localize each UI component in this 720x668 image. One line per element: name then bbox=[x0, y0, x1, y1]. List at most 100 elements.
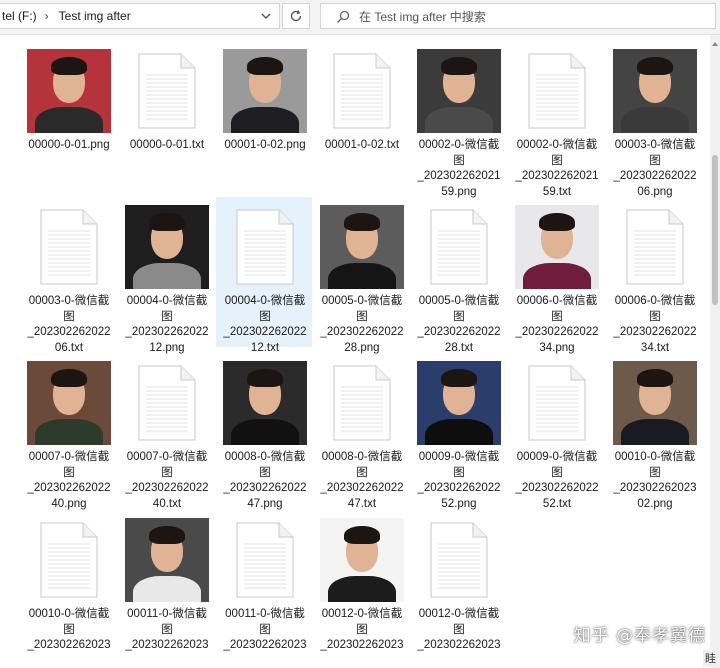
file-name-line: 图 bbox=[161, 466, 173, 479]
file-item-txt[interactable]: 00010-0-微信截图 _202302262023 bbox=[20, 510, 116, 660]
file-name: 00007-0-微信截图 _202302262022 40.txt bbox=[119, 450, 215, 512]
portrait-hair bbox=[149, 213, 185, 231]
portrait-body bbox=[621, 107, 689, 133]
file-name-line: 02.png bbox=[637, 497, 673, 510]
search-box[interactable] bbox=[320, 3, 716, 29]
file-name-line: _202302262022 bbox=[613, 326, 697, 338]
file-name: 00009-0-微信截图 _202302262022 52.png bbox=[411, 450, 507, 512]
text-document-icon bbox=[333, 365, 391, 441]
file-item-png[interactable]: 00012-0-微信截图 _202302262023 bbox=[313, 510, 409, 660]
file-name-line: 00000-0-01.txt bbox=[129, 139, 205, 151]
file-item-png[interactable]: 00000-0-01.png bbox=[20, 41, 116, 191]
file-item-txt[interactable]: 00000-0-01.txt bbox=[118, 41, 214, 191]
photo-thumbnail-icon bbox=[223, 361, 307, 445]
file-item-txt[interactable]: 00002-0-微信截图 _202302262021 59.txt bbox=[508, 41, 604, 198]
file-name-line: 图 bbox=[453, 154, 465, 167]
file-item-png[interactable]: 00007-0-微信截图 _202302262022 40.png bbox=[20, 353, 116, 510]
file-item-txt[interactable]: 00012-0-微信截图 _202302262023 bbox=[410, 510, 506, 660]
photo-thumbnail-icon bbox=[125, 518, 209, 602]
file-item-png[interactable]: 00005-0-微信截图 _202302262022 28.png bbox=[313, 197, 409, 354]
file-name-line: _202302262022 bbox=[27, 482, 111, 494]
file-name-line: _202302262022 bbox=[613, 170, 697, 182]
scroll-up-icon[interactable] bbox=[711, 39, 719, 49]
file-thumbnail bbox=[416, 517, 502, 603]
file-item-png[interactable]: 00001-0-02.png bbox=[216, 41, 312, 191]
file-item-txt[interactable]: 00011-0-微信截图 _202302262023 bbox=[216, 510, 312, 660]
search-icon bbox=[337, 10, 350, 23]
file-name-line: 图 bbox=[63, 310, 75, 323]
file-thumbnail bbox=[124, 517, 210, 603]
breadcrumb-folder[interactable]: Test img after bbox=[57, 9, 131, 23]
file-name: 00000-0-01.txt bbox=[119, 138, 215, 154]
file-thumbnail bbox=[416, 48, 502, 134]
refresh-button[interactable] bbox=[282, 3, 310, 29]
file-item-txt[interactable]: 00003-0-微信截图 _202302262022 06.txt bbox=[20, 197, 116, 354]
file-item-png[interactable]: 00011-0-微信截图 _202302262023 bbox=[118, 510, 214, 660]
breadcrumb-drive[interactable]: tel (F:) bbox=[0, 9, 37, 23]
file-name-line: 00005-0-微信截 bbox=[321, 295, 403, 307]
search-input[interactable] bbox=[357, 7, 701, 27]
file-item-txt[interactable]: 00009-0-微信截图 _202302262022 52.txt bbox=[508, 353, 604, 510]
file-item-png[interactable]: 00009-0-微信截图 _202302262022 52.png bbox=[410, 353, 506, 510]
file-item-png[interactable]: 00004-0-微信截图 _202302262022 12.png bbox=[118, 197, 214, 354]
file-name-line: 00004-0-微信截 bbox=[224, 295, 306, 307]
portrait-body bbox=[425, 419, 493, 445]
file-item-png[interactable]: 00003-0-微信截图 _202302262022 06.png bbox=[606, 41, 702, 198]
file-thumbnail bbox=[319, 360, 405, 446]
text-document-icon bbox=[236, 522, 294, 598]
file-thumbnail bbox=[26, 517, 112, 603]
file-item-txt[interactable]: 00007-0-微信截图 _202302262022 40.txt bbox=[118, 353, 214, 510]
portrait-hair bbox=[51, 57, 87, 75]
address-bar[interactable]: tel (F:) › Test img after bbox=[0, 3, 280, 29]
photo-thumbnail-icon bbox=[613, 49, 697, 133]
portrait-body bbox=[523, 263, 591, 289]
file-name: 00010-0-微信截图 _202302262023 02.png bbox=[607, 450, 703, 512]
file-name-line: 图 bbox=[161, 310, 173, 323]
text-document-icon bbox=[430, 209, 488, 285]
photo-thumbnail-icon bbox=[27, 361, 111, 445]
file-item-txt[interactable]: 00008-0-微信截图 _202302262022 47.txt bbox=[313, 353, 409, 510]
chevron-down-icon[interactable] bbox=[259, 8, 273, 24]
file-item-txt[interactable]: 00001-0-02.txt bbox=[313, 41, 409, 191]
file-name-line: 图 bbox=[453, 310, 465, 323]
file-item-png[interactable]: 00006-0-微信截图 _202302262022 34.png bbox=[508, 197, 604, 354]
file-name-line: _202302262022 bbox=[515, 482, 599, 494]
file-item-png[interactable]: 00008-0-微信截图 _202302262022 47.png bbox=[216, 353, 312, 510]
vertical-scrollbar[interactable] bbox=[710, 35, 720, 668]
portrait-body bbox=[425, 107, 493, 133]
file-name: 00012-0-微信截图 _202302262023 bbox=[314, 607, 410, 654]
portrait-hair bbox=[637, 369, 673, 387]
file-name-line: _202302262022 bbox=[320, 482, 404, 494]
refresh-icon bbox=[290, 10, 302, 22]
file-name-line: 00010-0-微信截 bbox=[614, 451, 696, 463]
file-name-line: 图 bbox=[356, 466, 368, 479]
file-name: 00009-0-微信截图 _202302262022 52.txt bbox=[509, 450, 605, 512]
file-list-view: 00000-0-01.png 00000-0-01.txt 00001-0-02.p… bbox=[0, 35, 710, 668]
file-name-line: 00003-0-微信截 bbox=[28, 295, 110, 307]
file-thumbnail bbox=[26, 48, 112, 134]
portrait-body bbox=[35, 419, 103, 445]
file-name: 00005-0-微信截图 _202302262022 28.png bbox=[314, 294, 410, 356]
file-name-line: 图 bbox=[356, 623, 368, 636]
file-thumbnail bbox=[612, 360, 698, 446]
portrait-body bbox=[35, 107, 103, 133]
file-item-png[interactable]: 00010-0-微信截图 _202302262023 02.png bbox=[606, 353, 702, 510]
file-name-line: 图 bbox=[551, 466, 563, 479]
photo-thumbnail-icon bbox=[320, 518, 404, 602]
file-item-txt[interactable]: 00006-0-微信截图 _202302262022 34.txt bbox=[606, 197, 702, 354]
file-name-line: 图 bbox=[649, 466, 661, 479]
photo-thumbnail-icon bbox=[320, 205, 404, 289]
file-name-line: 图 bbox=[63, 466, 75, 479]
file-name-line: _202302262022 bbox=[417, 482, 501, 494]
portrait-hair bbox=[441, 57, 477, 75]
text-document-icon bbox=[40, 522, 98, 598]
text-document-icon bbox=[333, 53, 391, 129]
file-item-png[interactable]: 00002-0-微信截图 _202302262021 59.png bbox=[410, 41, 506, 198]
file-name-line: 00003-0-微信截 bbox=[614, 139, 696, 151]
file-name-line: _202302262022 bbox=[223, 326, 307, 338]
portrait-hair bbox=[441, 369, 477, 387]
file-item-txt[interactable]: 00005-0-微信截图 _202302262022 28.txt bbox=[410, 197, 506, 354]
file-item-txt[interactable]: 00004-0-微信截图 _202302262022 12.txt bbox=[216, 197, 312, 354]
file-name-line: 图 bbox=[551, 154, 563, 167]
scrollbar-thumb[interactable] bbox=[712, 155, 718, 305]
